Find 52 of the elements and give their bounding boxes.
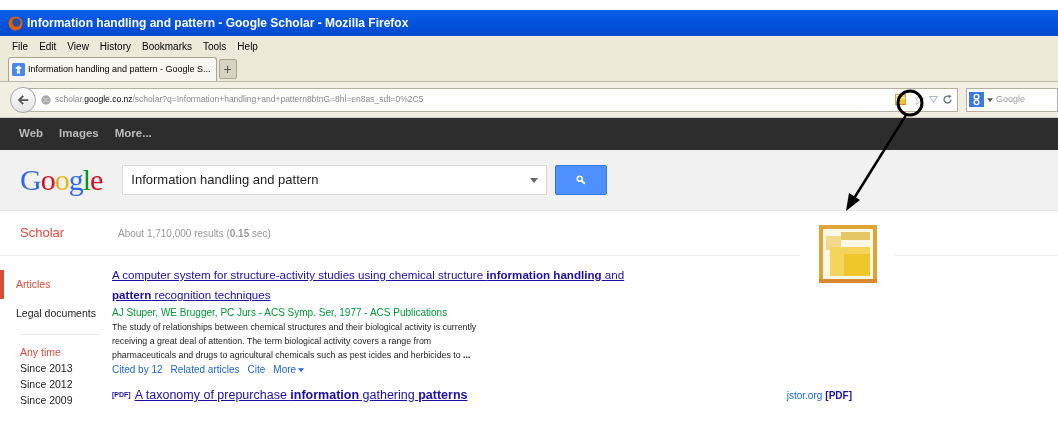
folder-icon (895, 94, 906, 105)
result-snippet: The study of relationships between chemical structures and their biological activity is currently receiving a great deal of attention. The term biological activity covers a range from pharmaceuticals and drugs to agricultural chemicals such as pest icides and herbicides to ... (112, 321, 478, 362)
dropdown-icon (929, 96, 938, 103)
menu-item[interactable]: Help (237, 38, 258, 54)
star-icon (914, 94, 925, 105)
time-filter[interactable]: Since 2013 (0, 361, 100, 377)
search-button[interactable] (555, 165, 608, 195)
reload-icon (942, 94, 953, 105)
result-action-link[interactable]: Related articles (170, 362, 240, 378)
result-authors: AJ Stuper, WE Brugger, PC Jurs - ACS Symp. Ser, 1977 - ACS Publications (112, 306, 449, 320)
caret-icon (298, 368, 305, 372)
url-text: scholar.google.co.nz/scholar?q=Information+handling+and+pattern8btnG=8hl=en8as_sdt=0%2C5 (55, 93, 425, 106)
folder-icon (818, 222, 877, 286)
search-input[interactable]: Google (996, 92, 1052, 107)
result-title-link[interactable]: A taxonomy of prepurchase information gathering patterns (134, 386, 468, 405)
section-title: Scholar (20, 224, 66, 243)
google-bar-link[interactable]: Images (59, 125, 99, 143)
result-title-link[interactable]: A computer system for structure-activity studies using chemical structure information handling and pattern recognition techniques (112, 265, 632, 305)
sidebar-item[interactable]: Legal documents (0, 299, 100, 328)
menu-item[interactable]: View (67, 38, 89, 54)
result-action-link[interactable]: Cited by 12 (112, 362, 163, 378)
address-bar[interactable]: scholar.google.co.nz/scholar?q=Information+handling+and+pattern8btnG=8hl=en8as_sdt=0%2C5 (26, 87, 958, 112)
browser-tab[interactable]: Information handling and pattern - Google S... (8, 57, 217, 81)
sidebar-item[interactable]: Articles (0, 270, 100, 299)
time-filter[interactable]: Since 2012 (0, 377, 100, 393)
menu-item[interactable]: Tools (203, 38, 227, 54)
search-box[interactable]: Google (966, 87, 1058, 112)
query-field[interactable]: Information handling and pattern (122, 165, 548, 195)
firefox-icon (8, 15, 23, 31)
query-input[interactable]: Information handling and pattern (131, 170, 531, 190)
menu-item[interactable]: Bookmarks (142, 38, 192, 54)
menu-item[interactable]: Edit (39, 38, 57, 54)
result-action-link[interactable]: Cite (247, 362, 266, 378)
google-bar-link[interactable]: More... (114, 125, 152, 143)
new-tab-button[interactable]: + (218, 59, 237, 79)
dropdown-icon (530, 177, 539, 183)
back-button[interactable] (10, 86, 36, 113)
menu-item[interactable]: File (12, 38, 29, 54)
window-title: Information handling and pattern - Google Scholar - Mozilla Firefox (27, 15, 409, 32)
time-filter[interactable]: Since 2009 (0, 393, 100, 409)
google-logo: Google (20, 165, 103, 195)
google-bar-link[interactable]: Web (19, 125, 44, 143)
menu-item[interactable]: History (99, 38, 131, 54)
search-icon (576, 175, 587, 185)
back-arrow-icon (16, 92, 30, 107)
time-filter[interactable]: Any time (0, 345, 100, 361)
pdf-link[interactable]: [PDF] (825, 387, 852, 403)
result-source: jstor.org (786, 388, 823, 403)
globe-icon (41, 94, 51, 105)
caret-icon (987, 97, 993, 102)
result-stats: About 1,710,000 results (0.15 sec) (118, 226, 271, 241)
more-link[interactable]: More (273, 362, 305, 378)
